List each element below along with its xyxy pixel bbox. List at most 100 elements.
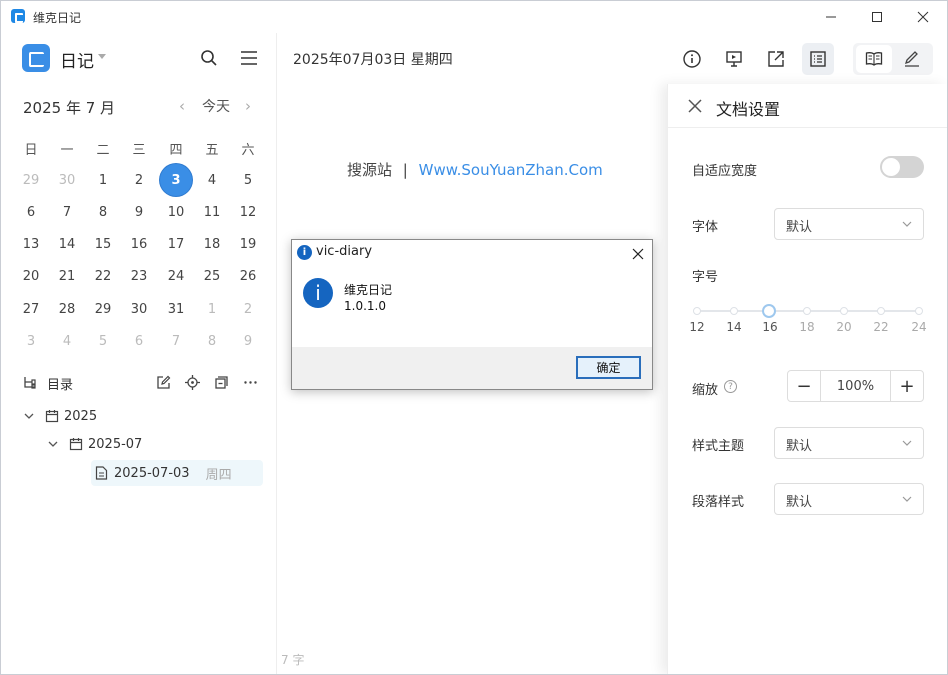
calendar-day[interactable]: 14 [49,230,85,260]
calendar-day[interactable]: 19 [230,230,266,260]
document-settings-button[interactable] [802,43,834,75]
calendar-day[interactable]: 2 [121,165,157,195]
new-entry-button[interactable] [152,371,174,393]
slider-step-dot[interactable] [877,307,885,315]
calendar-icon [69,438,83,451]
calendar-day[interactable]: 2 [230,294,266,324]
calendar-day[interactable]: 29 [13,165,49,195]
slider-step-dot[interactable] [915,307,923,315]
calendar-day[interactable]: 6 [13,197,49,227]
calendar-day[interactable]: 15 [85,230,121,260]
more-button[interactable] [239,371,261,393]
adaptive-width-toggle[interactable] [880,156,924,178]
paragraph-style-select[interactable]: 默认 [774,483,924,515]
read-mode-button[interactable] [856,45,892,73]
theme-select[interactable]: 默认 [774,427,924,459]
font-size-label: 字号 [692,270,719,285]
calendar-day[interactable]: 5 [230,165,266,195]
dialog-close-button[interactable] [632,245,644,264]
calendar-day[interactable]: 18 [194,230,230,260]
zoom-decrease-button[interactable]: − [788,371,820,401]
tree-node-entry[interactable]: 2025-07-03 周四 [95,461,232,485]
slider-step-dot[interactable] [840,307,848,315]
calendar-day[interactable]: 29 [85,294,121,324]
document-body[interactable]: 搜源站 | Www.SouYuanZhan.Com [347,159,603,180]
calendar-day[interactable]: 8 [194,327,230,357]
calendar-day[interactable]: 30 [49,165,85,195]
prev-month-button[interactable]: ‹ [179,97,185,115]
help-icon[interactable]: ? [724,380,737,393]
caret-down-icon[interactable] [98,54,106,59]
today-button[interactable]: 今天 [202,96,230,116]
slider-step-dot[interactable] [730,307,738,315]
calendar-day[interactable]: 31 [158,294,194,324]
font-size-slider-thumb[interactable] [762,304,776,318]
edit-mode-button[interactable] [894,45,930,73]
calendar-day[interactable]: 1 [85,165,121,195]
information-icon: i [303,278,333,308]
tree-node-month[interactable]: 2025-07 [47,432,142,456]
calendar-day[interactable]: 30 [121,294,157,324]
body-separator: | [402,161,408,179]
calendar-day[interactable]: 23 [121,262,157,292]
collapse-all-button[interactable] [210,371,232,393]
calendar-day[interactable]: 1 [194,294,230,324]
font-select[interactable]: 默认 [774,208,924,240]
export-button[interactable] [760,43,792,75]
calendar-day[interactable]: 7 [49,197,85,227]
calendar-day[interactable]: 10 [158,197,194,227]
calendar-day[interactable]: 20 [13,262,49,292]
calendar-day[interactable]: 8 [85,197,121,227]
calendar-day[interactable]: 9 [230,327,266,357]
maximize-button[interactable] [854,1,900,33]
calendar-day[interactable]: 3 [158,164,194,196]
slider-step-dot[interactable] [803,307,811,315]
dialog-app-name: 维克日记 [344,283,393,297]
search-button[interactable] [198,47,220,69]
chevron-down-icon [902,440,912,446]
calendar-day[interactable]: 13 [13,230,49,260]
ok-button[interactable]: 确定 [576,356,641,379]
tree-node-year[interactable]: 2025 [23,404,97,428]
calendar-day[interactable]: 11 [194,197,230,227]
body-link[interactable]: Www.SouYuanZhan.Com [419,161,603,179]
next-month-button[interactable]: › [245,97,251,115]
calendar-weekday-header: 四 [169,142,183,158]
tree-month-label: 2025-07 [88,436,143,452]
calendar-day[interactable]: 22 [85,262,121,292]
calendar-day[interactable]: 24 [158,262,194,292]
calendar-day[interactable]: 25 [194,262,230,292]
calendar-day[interactable]: 16 [121,230,157,260]
calendar-day[interactable]: 21 [49,262,85,292]
calendar-day[interactable]: 4 [194,165,230,195]
calendar-day[interactable]: 17 [158,230,194,260]
zoom-stepper: − 100% + [787,370,924,402]
calendar-day[interactable]: 6 [121,327,157,357]
zoom-value[interactable]: 100% [820,371,891,401]
info-icon: i [297,245,312,260]
calendar-day[interactable]: 7 [158,327,194,357]
calendar-day[interactable]: 26 [230,262,266,292]
presentation-button[interactable] [718,43,750,75]
zoom-increase-button[interactable]: + [891,371,923,401]
menu-button[interactable] [238,47,260,69]
calendar-day[interactable]: 27 [13,294,49,324]
close-panel-button[interactable] [684,95,706,117]
minimize-button[interactable] [808,1,854,33]
calendar-day[interactable]: 28 [49,294,85,324]
calendar-day[interactable]: 3 [13,327,49,357]
calendar-day[interactable]: 9 [121,197,157,227]
calendar-day[interactable]: 5 [85,327,121,357]
presentation-icon [726,51,742,67]
close-window-button[interactable] [900,1,946,33]
calendar-day[interactable]: 4 [49,327,85,357]
panel-title: 文档设置 [716,100,781,119]
calendar-day[interactable]: 12 [230,197,266,227]
diary-selector[interactable]: 日记 [60,47,94,72]
dialog-version: 1.0.1.0 [344,299,386,313]
info-button[interactable] [676,43,708,75]
locate-button[interactable] [181,371,203,393]
calendar-weekday-header: 五 [205,142,219,158]
font-size-tick-label: 18 [799,320,815,334]
slider-step-dot[interactable] [693,307,701,315]
